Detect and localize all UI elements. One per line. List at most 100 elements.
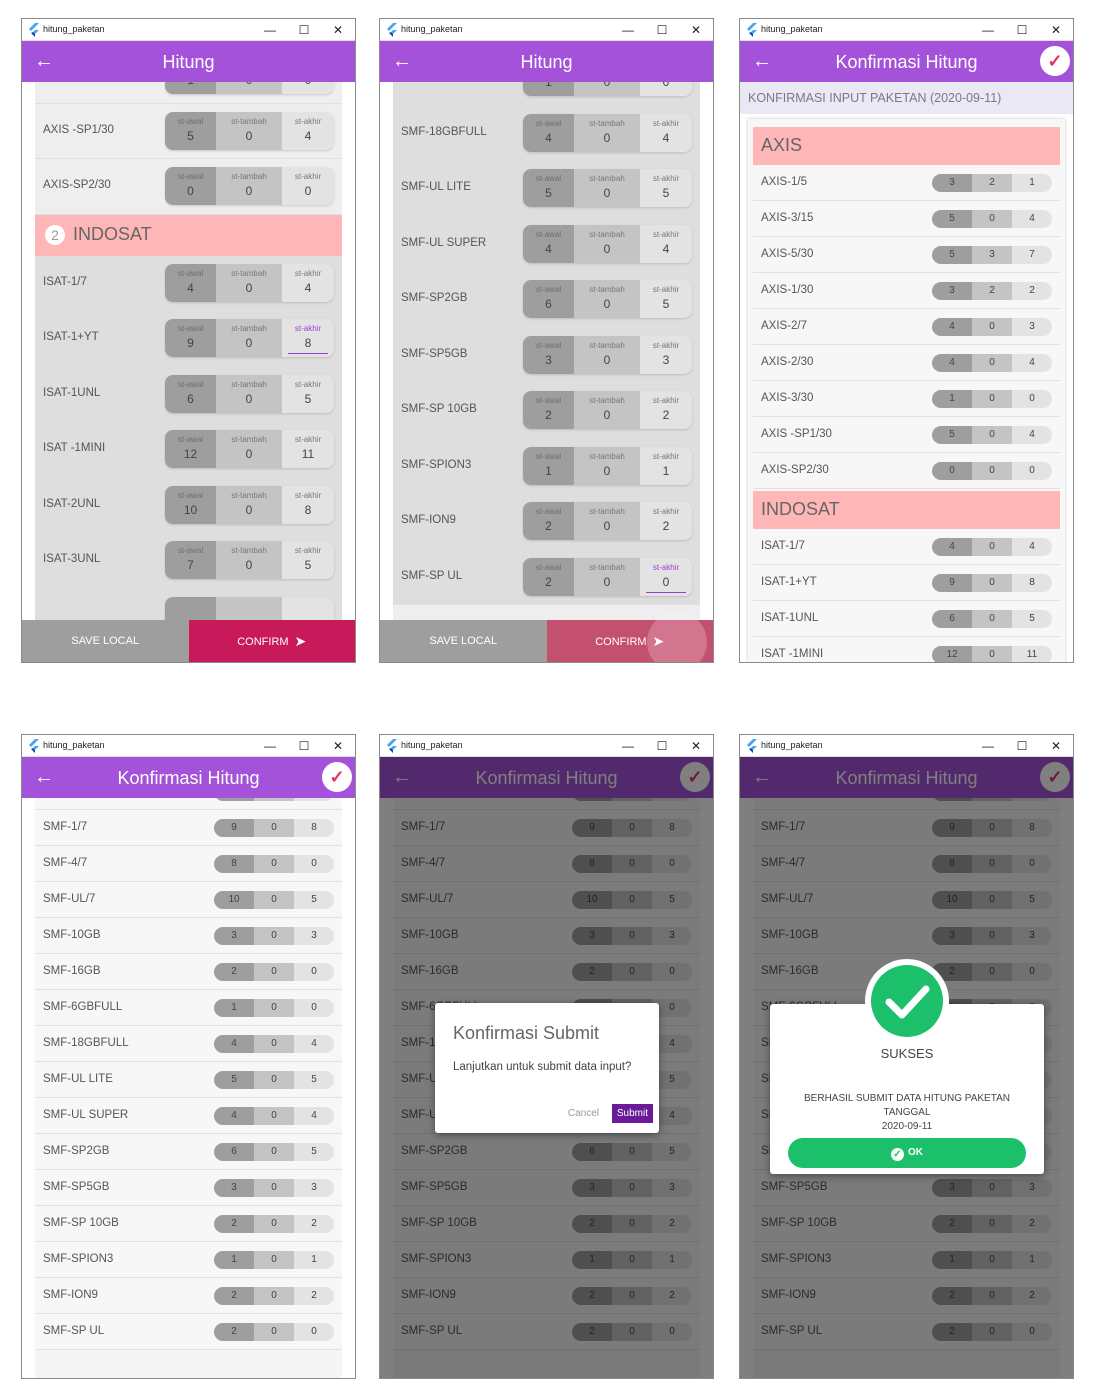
konfirmasi-list[interactable]: SMF-10GBFULL 4 0 3 SMF-1/7 9 0 8 SMF-4/7…	[35, 798, 342, 1378]
st-akhir-field[interactable]: st-akhir 0	[282, 167, 334, 205]
st-awal-field[interactable]: st-awal 0	[165, 167, 216, 205]
save-local-button[interactable]: SAVE LOCAL	[22, 620, 189, 662]
st-tambah-field[interactable]: st-tambah 0	[574, 169, 640, 207]
st-akhir-field[interactable]: st-akhir 5	[282, 541, 334, 579]
st-akhir-field[interactable]	[282, 596, 334, 620]
st-akhir-field[interactable]: st-akhir 11	[282, 430, 334, 468]
st-tambah-value: 2	[972, 282, 1012, 300]
st-akhir-field[interactable]: st-akhir 1	[640, 446, 692, 485]
st-awal-field[interactable]: st-awal 9	[165, 319, 216, 357]
paket-name: AXIS-2/7	[761, 320, 808, 332]
st-akhir-field[interactable]: st-akhir 2	[640, 391, 692, 429]
st-tambah-field[interactable]: st-tambah 0	[574, 335, 640, 374]
st-tambah-field[interactable]: st-tambah 0	[216, 167, 282, 205]
maximize-button[interactable]: ☐	[1005, 735, 1039, 757]
close-button[interactable]: ✕	[679, 735, 713, 757]
st-awal-field[interactable]: st-awal 6	[165, 374, 216, 413]
st-akhir-field[interactable]: st-akhir 5	[640, 280, 692, 318]
st-akhir-field[interactable]: st-akhir 4	[282, 263, 334, 302]
maximize-button[interactable]: ☐	[645, 735, 679, 757]
st-tambah-field[interactable]: st-tambah 0	[216, 263, 282, 302]
st-tambah-field[interactable]: st-tambah 0	[574, 557, 640, 596]
close-button[interactable]: ✕	[321, 735, 355, 757]
st-tambah-field[interactable]: st-tambah 0	[574, 391, 640, 429]
minimize-button[interactable]: —	[971, 19, 1005, 41]
st-awal-field[interactable]: st-awal 10	[165, 485, 216, 524]
group-name: INDOSAT	[761, 499, 840, 519]
st-awal-field[interactable]: st-awal 1	[165, 82, 216, 94]
maximize-button[interactable]: ☐	[1005, 19, 1039, 41]
st-tambah-field[interactable]: st-tambah 0	[574, 82, 640, 96]
st-awal-field[interactable]: st-awal 4	[523, 113, 574, 152]
st-tambah-field[interactable]: st-tambah 0	[574, 224, 640, 263]
st-tambah-field[interactable]: st-tambah 0	[216, 319, 282, 357]
check-icon[interactable]: ✓	[1040, 46, 1070, 76]
st-tambah-field[interactable]: st-tambah 0	[574, 502, 640, 540]
st-akhir-field[interactable]: st-akhir 4	[640, 224, 692, 263]
st-tambah-field[interactable]: st-tambah 0	[216, 374, 282, 413]
st-awal-field[interactable]: st-awal 5	[165, 111, 216, 150]
st-akhir-field[interactable]: st-akhir 8	[282, 319, 334, 357]
hitung-list[interactable]: st-awal 1 st-tambah 0 st-akhir 0 SMF-18G…	[393, 82, 700, 620]
konfirmasi-row: SMF-18GBFULL 4 0 4	[35, 1026, 342, 1062]
st-tambah-field[interactable]: st-tambah 0	[574, 280, 640, 318]
st-akhir-field[interactable]: st-akhir 0	[640, 557, 692, 596]
stock-inputs: st-awal 4 st-tambah 0 st-akhir 4	[165, 263, 334, 302]
st-akhir-field[interactable]: st-akhir 0	[282, 82, 334, 94]
ok-button[interactable]: ✓ OK	[788, 1138, 1026, 1168]
st-tambah-field[interactable]: st-tambah 0	[574, 446, 640, 485]
st-awal-field[interactable]: st-awal 6	[523, 280, 574, 318]
confirm-button[interactable]: CONFIRM ➤	[546, 612, 713, 662]
st-awal-value: 0	[187, 184, 194, 198]
st-tambah-field[interactable]: st-tambah 0	[216, 541, 282, 579]
hitung-list[interactable]: AXIS-3/30 st-awal 1 st-tambah 0 st-akhir…	[35, 82, 342, 620]
st-akhir-field[interactable]: st-akhir 8	[282, 485, 334, 524]
st-akhir-field[interactable]: st-akhir 4	[282, 111, 334, 150]
konfirmasi-list[interactable]: AXIS AXIS-1/5 3 2 1 AXIS-3/15 5 0 4 AXIS…	[748, 119, 1065, 662]
confirm-button[interactable]: CONFIRM ➤	[188, 620, 355, 662]
minimize-button[interactable]: —	[253, 19, 287, 41]
st-awal-field[interactable]: st-awal 2	[523, 502, 574, 540]
st-awal-field[interactable]: st-awal 2	[523, 391, 574, 429]
close-button[interactable]: ✕	[1039, 19, 1073, 41]
close-button[interactable]: ✕	[679, 19, 713, 41]
st-awal-field[interactable]: st-awal 1	[523, 446, 574, 485]
st-awal-field[interactable]	[165, 596, 216, 620]
st-awal-field[interactable]: st-awal 12	[165, 430, 216, 468]
st-akhir-value: 0	[294, 963, 334, 981]
st-akhir-label: st-akhir	[294, 435, 322, 444]
cancel-button[interactable]: Cancel	[568, 1108, 599, 1119]
st-akhir-field[interactable]: st-akhir 5	[640, 169, 692, 207]
st-akhir-field[interactable]: st-akhir 4	[640, 113, 692, 152]
close-button[interactable]: ✕	[1039, 735, 1073, 757]
st-tambah-field[interactable]: st-tambah 0	[216, 485, 282, 524]
touch-ripple	[647, 612, 707, 662]
st-awal-field[interactable]: st-awal 3	[523, 335, 574, 374]
check-icon[interactable]: ✓	[322, 762, 352, 792]
st-tambah-field[interactable]: st-tambah 0	[216, 111, 282, 150]
st-akhir-field[interactable]: st-akhir 0	[640, 82, 692, 96]
close-button[interactable]: ✕	[321, 19, 355, 41]
st-awal-field[interactable]: st-awal 2	[523, 557, 574, 596]
maximize-button[interactable]: ☐	[287, 19, 321, 41]
st-awal-field[interactable]: st-awal 7	[165, 541, 216, 579]
st-awal-field[interactable]: st-awal 5	[523, 169, 574, 207]
submit-button[interactable]: Submit	[611, 1104, 653, 1123]
st-awal-field[interactable]: st-awal 1	[523, 82, 574, 96]
st-awal-field[interactable]: st-awal 4	[165, 263, 216, 302]
st-tambah-field[interactable]: st-tambah 0	[574, 113, 640, 152]
st-akhir-field[interactable]: st-akhir 3	[640, 335, 692, 374]
minimize-button[interactable]: —	[611, 19, 645, 41]
minimize-button[interactable]: —	[971, 735, 1005, 757]
st-akhir-field[interactable]: st-akhir 2	[640, 502, 692, 540]
maximize-button[interactable]: ☐	[287, 735, 321, 757]
st-awal-field[interactable]: st-awal 4	[523, 224, 574, 263]
minimize-button[interactable]: —	[611, 735, 645, 757]
st-tambah-field[interactable]	[216, 596, 282, 620]
st-tambah-field[interactable]: st-tambah 0	[216, 82, 282, 94]
maximize-button[interactable]: ☐	[645, 19, 679, 41]
st-tambah-field[interactable]: st-tambah 0	[216, 430, 282, 468]
minimize-button[interactable]: —	[253, 735, 287, 757]
st-akhir-field[interactable]: st-akhir 5	[282, 374, 334, 413]
save-local-button[interactable]: SAVE LOCAL	[380, 620, 547, 662]
